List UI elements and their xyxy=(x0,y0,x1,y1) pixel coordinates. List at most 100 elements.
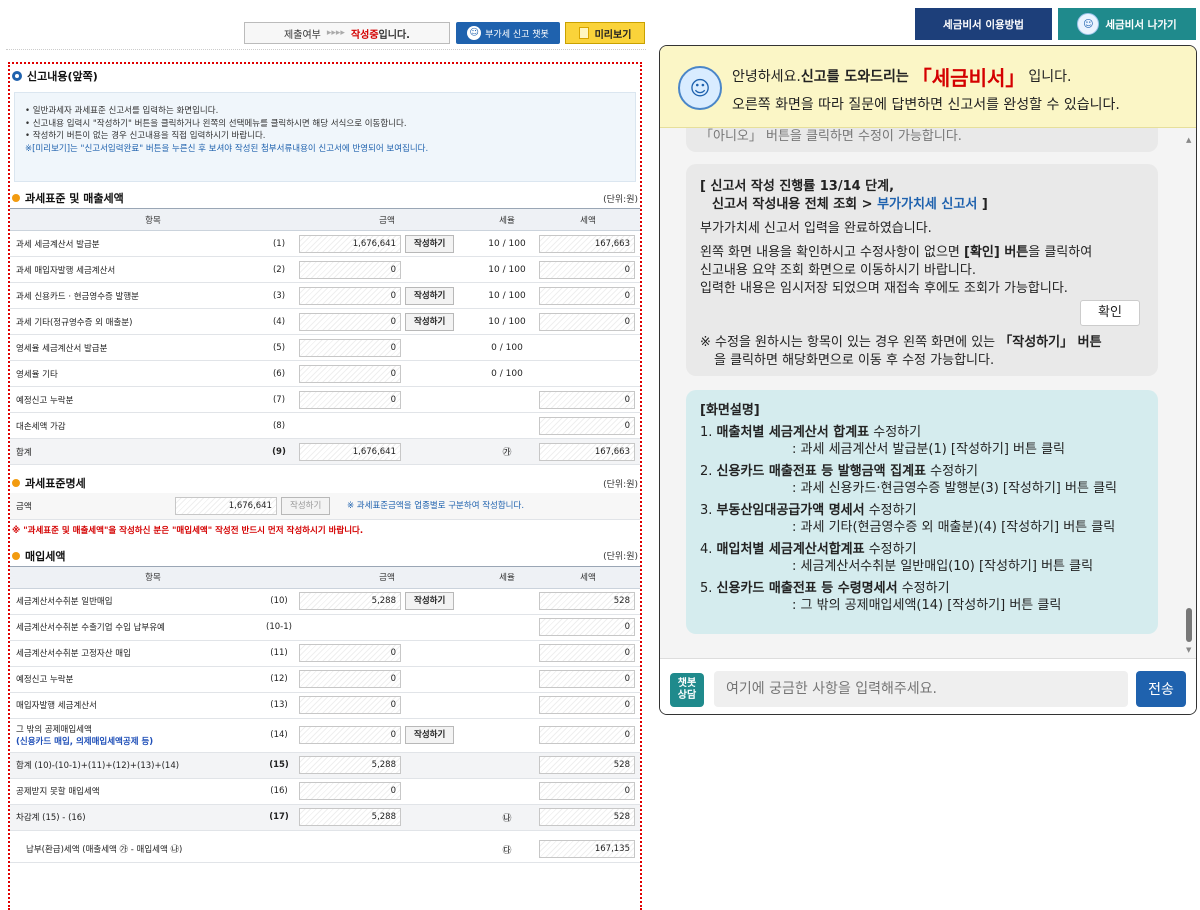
info-line: ※[미리보기]는 "신고서입력완료" 버튼을 누른신 후 보셔야 작성된 첨부서… xyxy=(25,143,429,154)
detail-title: 과세표준명세 xyxy=(25,477,86,490)
chat-scrollbar[interactable]: ▲ ▼ xyxy=(1182,128,1196,658)
amount-input[interactable]: 0 xyxy=(299,364,401,383)
assistant-avatar-icon: ☺ xyxy=(678,66,722,110)
chat-header: ☺ 안녕하세요. 신고를 도와드리는 「세금비서」 입니다. 오른쪽 화면을 따라 … xyxy=(660,46,1196,128)
row-amount-cell: 1,676,641 작성하기 xyxy=(296,230,478,257)
purchase-title: 매입세액 xyxy=(25,549,66,563)
detail-table: 금액 1,676,641 작성하기 ※ 과세표준금액을 업종별로 구분하여 작성합… xyxy=(10,493,640,520)
chatbot-consult-badge[interactable]: 챗봇 상담 xyxy=(670,673,704,707)
detail-write-button[interactable]: 작성하기 xyxy=(281,496,331,515)
tax-input[interactable]: 167,663 xyxy=(539,234,635,253)
tax-input[interactable]: 528 xyxy=(539,592,635,610)
tax-input[interactable]: 0 xyxy=(539,644,635,662)
tax-input[interactable]: 0 xyxy=(539,390,635,409)
write-button[interactable]: 작성하기 xyxy=(405,312,455,331)
amount-input[interactable]: 0 xyxy=(299,286,401,305)
tax-input[interactable]: 0 xyxy=(539,312,635,331)
table-row: 세금계산서수취분 수출기업 수입 납부유예 (10-1) 0 xyxy=(10,614,640,641)
msg-text-d: 입력한 내용은 임시저장 되었으며 재접속 후에도 조회가 가능합니다. xyxy=(700,281,1068,296)
row-rate: 10 / 100 xyxy=(478,230,536,257)
greeting-brand: 「세금비서」 xyxy=(911,65,1026,90)
tax-input[interactable]: 0 xyxy=(539,726,635,744)
amount-input[interactable]: 5,288 xyxy=(299,808,401,826)
greeting-line: 안녕하세요. 신고를 도와드리는 「세금비서」 입니다. xyxy=(732,64,1196,90)
exit-assistant-button[interactable]: ☺ 세금비서 나가기 xyxy=(1058,8,1196,40)
detail-amount-input[interactable]: 1,676,641 xyxy=(175,496,277,515)
amount-input[interactable]: 0 xyxy=(299,260,401,279)
scroll-thumb[interactable] xyxy=(1186,608,1192,642)
col-rate: 세율 xyxy=(478,208,536,231)
amount-input[interactable]: 0 xyxy=(299,338,401,357)
write-button[interactable]: 작성하기 xyxy=(405,726,455,744)
row-tax-cell: 0 xyxy=(536,718,640,753)
page-root: 제출여부 ▸▸▸▸ 작성중입니다. ☺ 부가세 신고 챗봇 미리보기 신고내용(… xyxy=(0,0,1200,910)
row-number: (17) xyxy=(262,804,296,831)
write-button[interactable]: 작성하기 xyxy=(405,234,455,253)
help-action: 수정하기 xyxy=(869,425,922,440)
row-tax-cell: 0 xyxy=(536,666,640,693)
amount-input[interactable]: 0 xyxy=(299,644,401,662)
row-label-text: 매입자발행 세금계산서 xyxy=(16,701,97,711)
amount-input[interactable]: 0 xyxy=(299,390,401,409)
chat-messages[interactable]: 「아니오」 버튼을 클릭하면 수정이 가능합니다. [ 신고서 작성 진행률 1… xyxy=(660,128,1184,658)
table-header: 항목 금액 세율 세액 xyxy=(10,208,640,231)
detail-amount-cell: 1,676,641 작성하기 ※ 과세표준금액을 업종별로 구분하여 작성합니다. xyxy=(172,493,640,520)
tax-input[interactable]: 0 xyxy=(539,618,635,636)
row-rate xyxy=(478,588,536,615)
row-label: 그 밖의 공제매입세액 (신용카드 매입, 의제매입세액공제 등) xyxy=(10,718,262,753)
chat-input[interactable] xyxy=(714,671,1128,707)
write-button[interactable]: 작성하기 xyxy=(405,286,455,305)
vat-chatbot-button[interactable]: ☺ 부가세 신고 챗봇 xyxy=(456,22,560,44)
row-number: (10-1) xyxy=(262,614,296,641)
tax-input[interactable]: 528 xyxy=(539,808,635,826)
tax-input[interactable]: 0 xyxy=(539,696,635,714)
row-label: 과세 기타(정규영수증 외 매출분) xyxy=(10,308,262,335)
sales-title-wrap: 과세표준 및 매출세액 xyxy=(12,188,124,208)
info-line: • 작성하기 버튼이 없는 경우 신고내용을 직접 입력하시기 바랍니다. xyxy=(25,131,266,141)
col-amount: 금액 xyxy=(296,208,478,231)
tax-input[interactable]: 0 xyxy=(539,782,635,800)
tax-input[interactable]: 0 xyxy=(539,416,635,435)
amount-input[interactable]: 0 xyxy=(299,726,401,744)
amount-input[interactable]: 0 xyxy=(299,782,401,800)
row-rate: 10 / 100 xyxy=(478,256,536,283)
row-rate xyxy=(478,752,536,779)
amount-input[interactable]: 5,288 xyxy=(299,592,401,610)
row-amount-cell: 0 xyxy=(296,256,478,283)
amount-input[interactable]: 1,676,641 xyxy=(299,234,401,253)
row-number: (5) xyxy=(262,334,296,361)
total-amount-input[interactable]: 1,676,641 xyxy=(299,442,401,461)
tax-input[interactable]: 0 xyxy=(539,260,635,279)
tax-input[interactable]: 0 xyxy=(539,286,635,305)
table-row: 예정신고 누락분 (7) 0 0 xyxy=(10,386,640,413)
amount-input[interactable]: 0 xyxy=(299,312,401,331)
detail-label: 금액 xyxy=(10,493,172,520)
confirm-button[interactable]: 확인 xyxy=(1080,300,1140,326)
row-label: 영세율 세금계산서 발급분 xyxy=(10,334,262,361)
tax-input[interactable]: 0 xyxy=(539,670,635,688)
scroll-up-icon[interactable]: ▲ xyxy=(1186,136,1191,144)
progress-form: 부가가치세 신고서 xyxy=(877,197,978,212)
preview-button[interactable]: 미리보기 xyxy=(565,22,645,44)
usage-guide-button[interactable]: 세금비서 이용방법 xyxy=(915,8,1052,40)
table-row: 과세 세금계산서 발급분 (1) 1,676,641 작성하기 10 / 100 167,… xyxy=(10,230,640,257)
total-tax-input[interactable]: 167,663 xyxy=(539,442,635,461)
scroll-down-icon[interactable]: ▼ xyxy=(1186,646,1191,654)
help-action: 수정하기 xyxy=(864,542,917,557)
write-button[interactable]: 작성하기 xyxy=(405,592,455,610)
amount-input[interactable]: 5,288 xyxy=(299,756,401,774)
detail-title-wrap: 과세표준명세 xyxy=(12,473,86,493)
payable-tax-input[interactable]: 167,135 xyxy=(539,840,635,859)
row-tax-cell: 167,663 xyxy=(536,230,640,257)
purchase-title-wrap: 매입세액 xyxy=(12,546,65,566)
status-suffix: 입니다. xyxy=(378,29,410,41)
tax-input[interactable]: 528 xyxy=(539,756,635,774)
send-button[interactable]: 전송 xyxy=(1136,671,1186,707)
row-label: 예정신고 누락분 xyxy=(10,386,262,413)
row-label: 세금계산서수취분 고정자산 매입 xyxy=(10,640,262,667)
row-tax-cell: 0 xyxy=(536,256,640,283)
row-amount-cell xyxy=(296,614,478,641)
amount-input[interactable]: 0 xyxy=(299,696,401,714)
bullet-icon xyxy=(12,479,20,487)
amount-input[interactable]: 0 xyxy=(299,670,401,688)
